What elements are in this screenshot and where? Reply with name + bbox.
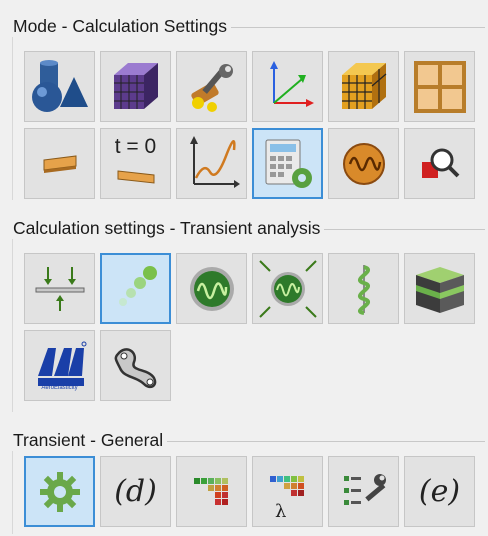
oscillator-compress-icon xyxy=(258,259,317,318)
tools-icon xyxy=(190,63,233,112)
oscillation-button[interactable] xyxy=(328,128,399,199)
beam-icon xyxy=(43,154,76,173)
aero-logo-button[interactable]: AeroElasticity xyxy=(24,330,95,401)
spiral-icon xyxy=(357,264,370,315)
group-title-mode: Mode - Calculation Settings xyxy=(12,16,231,37)
layered-cube-button[interactable] xyxy=(404,253,475,324)
oscillator-button[interactable] xyxy=(176,253,247,324)
lambda-colormap-icon xyxy=(269,475,304,496)
lambda-colormap-button[interactable]: λ xyxy=(252,456,323,527)
axes-button[interactable] xyxy=(252,51,323,122)
oscillation-icon xyxy=(342,142,385,185)
moving-particles-button[interactable] xyxy=(100,253,171,324)
geometry-shapes-icon xyxy=(31,59,88,112)
calculator-settings-button[interactable] xyxy=(252,128,323,199)
zoom-inspect-icon xyxy=(421,148,459,178)
settings-gear-icon xyxy=(39,471,80,512)
oscillator-icon xyxy=(189,266,234,311)
general-row: (d) λ (e) xyxy=(24,456,480,527)
settings-gear-button[interactable] xyxy=(24,456,95,527)
d-symbol-icon: (d) xyxy=(114,474,157,509)
grid-panel-icon xyxy=(413,60,466,113)
mesh-grid-cube-icon xyxy=(341,62,386,109)
mesh-button[interactable] xyxy=(100,51,171,122)
structure-link-icon xyxy=(114,347,156,388)
initial-time-icon xyxy=(117,170,155,184)
geometry-button[interactable] xyxy=(24,51,95,122)
oscillator-compress-button[interactable] xyxy=(252,253,323,324)
initial-time-button[interactable]: t = 0 xyxy=(100,128,171,199)
supports-load-button[interactable] xyxy=(24,253,95,324)
colormap-icon xyxy=(193,477,228,505)
mode-row-2: t = 0 xyxy=(24,128,480,199)
transient-row-1 xyxy=(24,253,480,324)
structure-link-button[interactable] xyxy=(100,330,171,401)
spiral-button[interactable] xyxy=(328,253,399,324)
mode-row-1 xyxy=(24,51,480,122)
edit-tools-button[interactable] xyxy=(328,456,399,527)
response-curve-icon xyxy=(189,135,240,188)
group-title-transient-general: Transient - General xyxy=(12,430,168,451)
calculator-settings-icon xyxy=(265,139,312,188)
panel-grid-button[interactable] xyxy=(404,51,475,122)
axes-icon xyxy=(269,60,314,107)
tools-button[interactable] xyxy=(176,51,247,122)
group-title-transient-analysis: Calculation settings - Transient analysi… xyxy=(12,218,325,239)
response-curve-button[interactable] xyxy=(176,128,247,199)
layered-cube-icon xyxy=(415,266,464,313)
aero-logo-text: AeroElasticity xyxy=(41,385,78,391)
d-symbol-button[interactable]: (d) xyxy=(100,456,171,527)
lambda-label: λ xyxy=(275,501,287,522)
e-symbol-icon: (e) xyxy=(418,474,461,509)
e-symbol-button[interactable]: (e) xyxy=(404,456,475,527)
supports-load-icon xyxy=(35,266,84,311)
beam-button[interactable] xyxy=(24,128,95,199)
transient-row-2: AeroElasticity xyxy=(24,330,176,401)
moving-particles-icon xyxy=(118,265,157,306)
mesh-cube-icon xyxy=(113,62,158,109)
colormap-button[interactable] xyxy=(176,456,247,527)
grid-mesh-button[interactable] xyxy=(328,51,399,122)
zoom-inspect-button[interactable] xyxy=(404,128,475,199)
edit-tools-icon xyxy=(343,473,386,505)
